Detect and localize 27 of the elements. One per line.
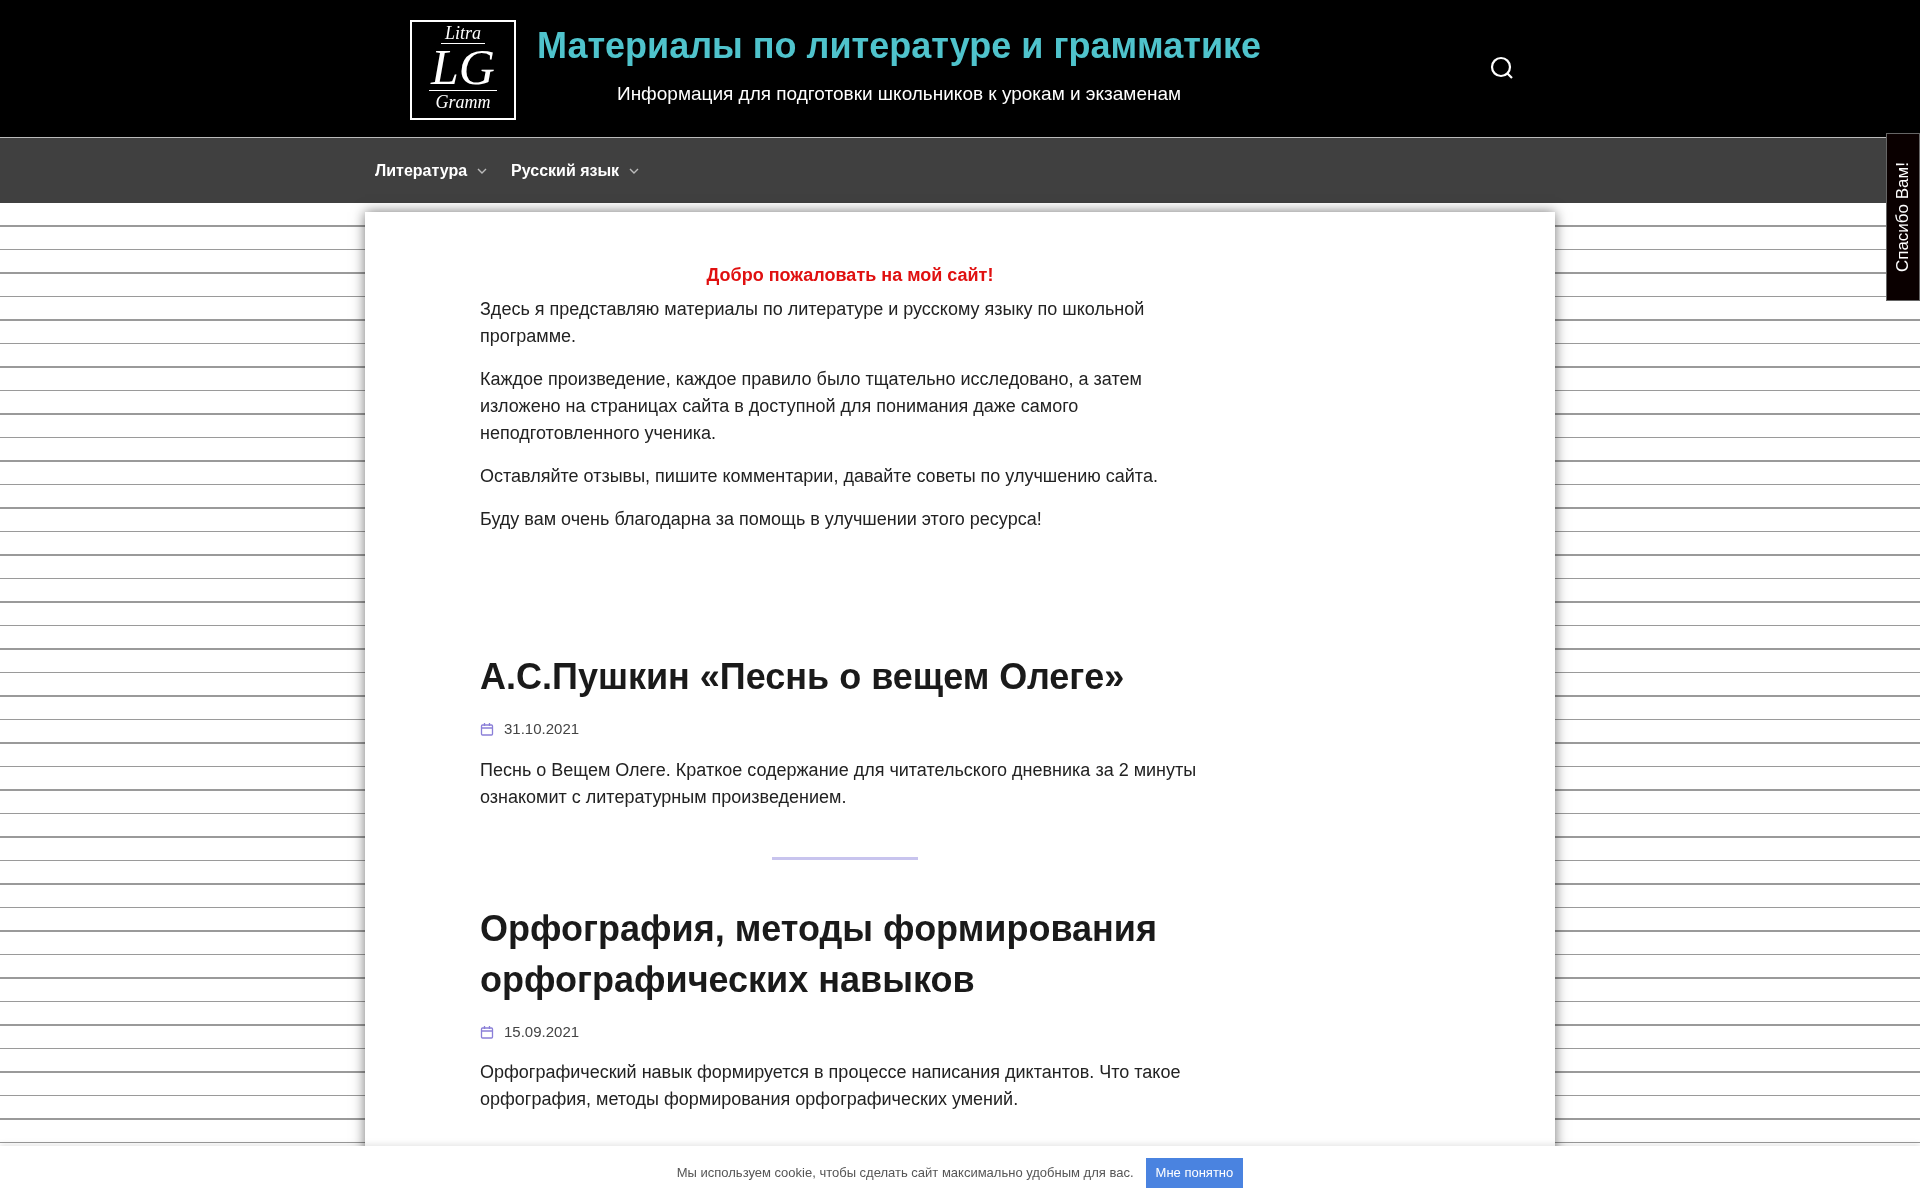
- side-tab-label: Спасибо Вам!: [1892, 161, 1914, 273]
- site-title[interactable]: Материалы по литературе и грамматике: [537, 24, 1262, 68]
- logo-monogram: LG: [429, 44, 497, 91]
- cookie-notice: Мы используем cookie, чтобы сделать сайт максимально удобным для вас.: [676, 1164, 1134, 1183]
- logo-text: Gramm: [435, 91, 491, 113]
- logo-text: Litra: [441, 23, 485, 44]
- welcome-heading: Добро пожаловать на мой сайт!: [705, 264, 995, 287]
- post-date: 31.10.2021: [504, 719, 580, 739]
- accept-button[interactable]: Мне понятно: [1145, 1158, 1244, 1188]
- side-tab[interactable]: Спасибо Вам!: [1886, 133, 1920, 301]
- intro-paragraph: Оставляйте отзывы, пишите комментарии, давайте советы по улучшению сайта.: [480, 465, 1159, 488]
- calendar-icon: [480, 722, 494, 737]
- calendar-icon: [480, 1024, 494, 1039]
- intro-paragraph: Буду вам очень благодарна за помощь в улучшении этого ресурса!: [480, 508, 1043, 531]
- post-title[interactable]: А.С.Пушкин «Песнь о вещем Олеге»: [480, 651, 1220, 702]
- post-title[interactable]: Орфография, методы формирования орфографических навыков: [480, 902, 1220, 1005]
- intro-paragraph: Каждое произведение, каждое правило было тщательно исследовано, а затем изложено на страницах сайта в доступной для понимания даже самого неподготовленного ученика.: [480, 368, 1143, 445]
- chevron-down-icon: [477, 167, 488, 174]
- nav-menu-item[interactable]: Русский язык: [511, 158, 640, 183]
- post-date: 15.09.2021: [504, 1021, 580, 1042]
- site-logo[interactable]: Litra LG Gramm: [410, 20, 516, 120]
- post-excerpt: Песнь о Вещем Олеге. Краткое содержание для читательского дневника за 2 минуты ознакомит с литературным произведением.: [480, 758, 1198, 809]
- nav-menu-item[interactable]: Литература: [375, 158, 488, 183]
- chevron-down-icon: [629, 167, 640, 174]
- intro-paragraph: Здесь я представляю материалы по литературе и русскому языку по школьной программе.: [480, 298, 1146, 348]
- site-tagline: Информация для подготовки школьников к урокам и экзаменам: [616, 82, 1182, 106]
- post-excerpt: Орфографический навык формируется в процессе написания диктантов. Что такое орфография, методы формирования орфографических умений.: [480, 1061, 1182, 1111]
